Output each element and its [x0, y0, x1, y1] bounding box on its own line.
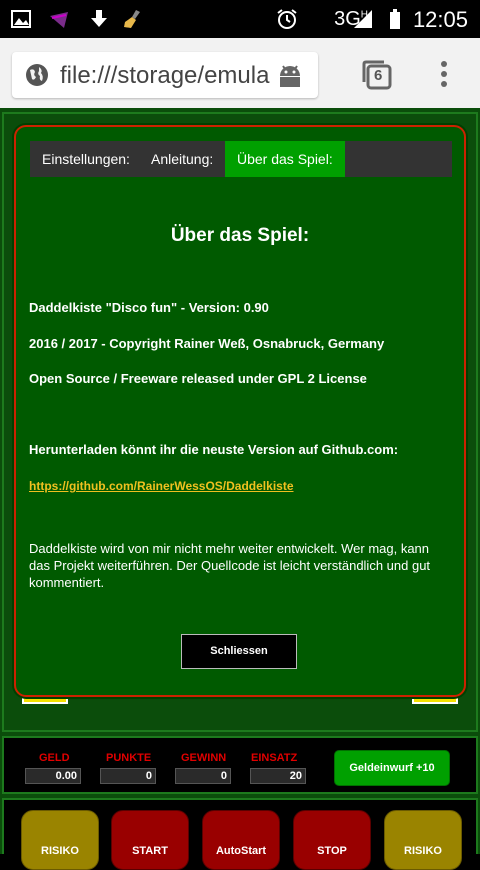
- battery-icon: [390, 9, 400, 29]
- globe-icon: [26, 64, 48, 86]
- version-text: Daddelkiste "Disco fun" - Version: 0.90: [29, 300, 269, 315]
- risk-button-right[interactable]: RISIKO: [384, 810, 462, 870]
- start-button[interactable]: START: [111, 810, 189, 870]
- stop-button[interactable]: STOP: [293, 810, 371, 870]
- tab-switcher-button[interactable]: 6: [362, 60, 392, 90]
- url-text: file:///storage/emula: [60, 62, 270, 89]
- dialog-tabbar: Einstellungen: Anleitung: Über das Spiel…: [30, 141, 452, 177]
- media-icon: [50, 12, 68, 28]
- tab-count: 6: [374, 67, 383, 84]
- label-money: GELD: [39, 752, 70, 764]
- game-button-row: RISIKO START AutoStart STOP RISIKO: [2, 798, 478, 870]
- close-button[interactable]: Schliessen: [181, 634, 297, 669]
- points-value: 0: [100, 768, 156, 784]
- tab-settings[interactable]: Einstellungen:: [30, 141, 142, 177]
- more-vert-icon: [441, 61, 447, 87]
- license-text: Open Source / Freeware released under GP…: [29, 371, 367, 386]
- browser-toolbar: file:///storage/emula 6: [0, 38, 480, 108]
- url-bar[interactable]: file:///storage/emula: [12, 52, 318, 98]
- bet-value: 20: [250, 768, 306, 784]
- download-icon: [91, 10, 107, 27]
- label-bet: EINSATZ: [251, 752, 298, 764]
- info-paragraph: Daddelkiste wird von mir nicht mehr weit…: [29, 541, 431, 590]
- tab-instructions[interactable]: Anleitung:: [139, 141, 225, 177]
- broom-icon: [124, 10, 140, 28]
- win-value: 0: [175, 768, 231, 784]
- label-win: GEWINN: [181, 752, 227, 764]
- download-text: Herunterladen könnt ihr die neuste Versi…: [29, 442, 399, 457]
- tab-about[interactable]: Über das Spiel:: [225, 141, 345, 177]
- image-icon: [11, 10, 31, 28]
- money-value: 0.00: [25, 768, 81, 784]
- score-panel: GELD PUNKTE GEWINN EINSATZ 0.00 0 0 20 G…: [2, 736, 478, 794]
- android-icon: [280, 65, 300, 87]
- dialog-title: Über das Spiel:: [170, 225, 310, 246]
- about-dialog: Einstellungen: Anleitung: Über das Spiel…: [14, 125, 466, 697]
- status-bar: 3GH 12:05: [0, 0, 480, 38]
- risk-button-left[interactable]: RISIKO: [21, 810, 99, 870]
- insert-coin-button[interactable]: Geldeinwurf +10: [334, 750, 450, 786]
- label-points: PUNKTE: [106, 752, 152, 764]
- clock: 12:05: [412, 7, 468, 32]
- alarm-icon: [277, 9, 297, 29]
- signal-icon: [354, 10, 372, 28]
- overflow-menu-button[interactable]: [436, 58, 452, 90]
- autostart-button[interactable]: AutoStart: [202, 810, 280, 870]
- copyright-text: 2016 / 2017 - Copyright Rainer Weß, Osna…: [29, 336, 385, 351]
- github-link[interactable]: https://github.com/RainerWessOS/Daddelki…: [29, 479, 294, 493]
